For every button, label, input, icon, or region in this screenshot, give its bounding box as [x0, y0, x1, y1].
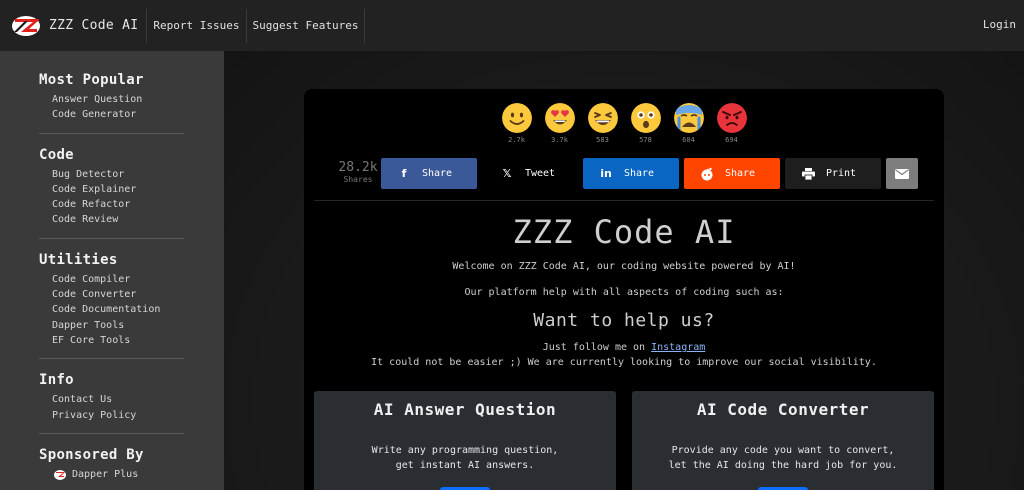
reaction-laugh[interactable]: 583 — [587, 103, 619, 144]
top-navbar: ZZZ Code AI Report Issues Suggest Featur… — [0, 0, 1024, 51]
button-label: Tweet — [524, 168, 556, 179]
facebook-share-button[interactable]: f Share — [381, 158, 477, 189]
tool-card-code-converter[interactable]: AI Code Converter Provide any code you w… — [632, 391, 934, 490]
tool-description: Write any programming question, — [371, 445, 559, 456]
sponsor-dapper-plus[interactable]: Dapper Plus — [39, 467, 224, 483]
platform-text: Our platform help with all aspects of co… — [464, 287, 784, 298]
nav-report-issues[interactable]: Report Issues — [147, 19, 245, 32]
linkedin-icon: in — [600, 167, 612, 180]
facebook-icon: f — [401, 167, 407, 180]
dapper-plus-logo-icon — [54, 469, 66, 480]
sidebar-section-title: Info — [39, 372, 74, 389]
sidebar-item-code-generator[interactable]: Code Generator — [39, 107, 224, 122]
sidebar-item-code-documentation[interactable]: Code Documentation — [39, 302, 224, 317]
sidebar-item-code-converter[interactable]: Code Converter — [39, 287, 224, 302]
sidebar-item-answer-question[interactable]: Answer Question — [39, 92, 224, 107]
nav-divider — [364, 8, 366, 43]
reaction-count: 694 — [725, 136, 738, 144]
instagram-link[interactable]: Instagram — [651, 342, 705, 353]
button-label: Share — [724, 168, 756, 179]
x-tweet-button[interactable]: 𝕏 Tweet — [484, 158, 580, 189]
linkedin-share-button[interactable]: in Share — [583, 158, 679, 189]
sidebar-item-ef-core-tools[interactable]: EF Core Tools — [39, 333, 224, 348]
reaction-love[interactable]: 3.7k — [544, 103, 576, 144]
follow-prefix: Just follow me on — [542, 342, 652, 353]
sidebar-divider — [39, 358, 184, 360]
help-heading: Want to help us? — [533, 310, 715, 331]
sidebar-item-bug-detector[interactable]: Bug Detector — [39, 167, 224, 182]
sidebar-item-privacy-policy[interactable]: Privacy Policy — [39, 408, 224, 423]
sidebar-section-title: Most Popular — [39, 72, 144, 88]
print-button[interactable]: Print — [785, 158, 881, 189]
brand-name: ZZZ Code AI — [49, 18, 139, 33]
reaction-count: 3.7k — [551, 136, 568, 144]
reaction-count: 583 — [596, 136, 609, 144]
tool-card-answer-question[interactable]: AI Answer Question Write any programming… — [314, 391, 616, 490]
tool-title: AI Answer Question — [373, 400, 557, 419]
shares-label: Shares — [343, 175, 373, 184]
reaction-smile[interactable]: 2.7k — [501, 103, 533, 144]
sidebar-section-utilities: Utilities Code Compiler Code Converter C… — [39, 251, 224, 360]
smile-emoji-icon — [501, 103, 532, 133]
tool-description: get instant AI answers. — [395, 460, 535, 471]
brand-link[interactable]: ZZZ Code AI — [0, 0, 138, 51]
sidebar-section-title: Utilities — [39, 251, 118, 268]
sidebar-item-code-explainer[interactable]: Code Explainer — [39, 182, 224, 197]
share-bar: 28.2k Shares f Share 𝕏 Tweet in Share Sh… — [304, 158, 944, 189]
page-title: ZZZ Code AI — [512, 213, 736, 251]
tool-description: let the AI doing the hard job for you. — [668, 460, 898, 471]
sidebar-item-contact-us[interactable]: Contact Us — [39, 392, 224, 407]
reaction-cry[interactable]: 604 — [673, 103, 705, 144]
reaction-angry[interactable]: 694 — [716, 103, 748, 144]
sidebar-section-most-popular: Most Popular Answer Question Code Genera… — [39, 72, 224, 134]
shares-count: 28.2k — [338, 160, 378, 175]
nav-suggest-features[interactable]: Suggest Features — [247, 19, 365, 32]
visibility-text: It could not be easier ;) We are current… — [371, 357, 877, 368]
reaction-count: 604 — [682, 136, 695, 144]
reaction-count: 2.7k — [508, 136, 525, 144]
card-divider — [314, 200, 934, 201]
heart-eyes-emoji-icon — [544, 103, 575, 133]
sidebar-divider — [39, 132, 184, 134]
laughing-emoji-icon — [587, 103, 618, 133]
sidebar-item-code-review[interactable]: Code Review — [39, 212, 224, 227]
email-share-button[interactable] — [886, 158, 918, 189]
follow-text: Just follow me on Instagram — [304, 342, 944, 353]
login-link[interactable]: Login — [983, 18, 1016, 31]
sidebar: Most Popular Answer Question Code Genera… — [0, 51, 224, 490]
content-card: 2.7k 3.7k 583 578 604 694 28.2k Shares f… — [304, 89, 944, 490]
sponsor-label: Dapper Plus — [72, 469, 139, 481]
reaction-bar: 2.7k 3.7k 583 578 604 694 — [304, 103, 944, 144]
tool-description: Provide any code you want to convert, — [671, 445, 895, 456]
crying-emoji-icon — [673, 103, 704, 133]
reddit-icon — [700, 167, 714, 181]
sidebar-section-info: Info Contact Us Privacy Policy — [39, 372, 224, 434]
button-label: Share — [623, 168, 655, 179]
button-label: Share — [421, 168, 453, 179]
sidebar-section-sponsored: Sponsored By Dapper Plus — [39, 447, 224, 483]
email-icon — [895, 168, 909, 179]
sidebar-divider — [39, 237, 184, 239]
reddit-share-button[interactable]: Share — [684, 158, 780, 189]
sidebar-divider — [39, 432, 184, 434]
x-twitter-icon: 𝕏 — [502, 167, 512, 180]
shares-counter: 28.2k Shares — [335, 160, 381, 184]
print-icon — [801, 167, 815, 181]
angry-emoji-icon — [716, 103, 747, 133]
sidebar-section-code: Code Bug Detector Code Explainer Code Re… — [39, 147, 224, 239]
sidebar-section-title: Code — [39, 146, 74, 163]
sidebar-item-code-compiler[interactable]: Code Compiler — [39, 272, 224, 287]
button-label: Print — [825, 168, 857, 179]
sidebar-section-title: Sponsored By — [39, 446, 144, 463]
zzz-logo-icon — [12, 15, 40, 36]
welcome-text: Welcome on ZZZ Code AI, our coding websi… — [452, 261, 796, 272]
reaction-count: 578 — [639, 136, 652, 144]
tool-title: AI Code Converter — [696, 400, 870, 419]
sidebar-item-dapper-tools[interactable]: Dapper Tools — [39, 318, 224, 333]
surprised-emoji-icon — [630, 103, 661, 133]
sidebar-item-code-refactor[interactable]: Code Refactor — [39, 197, 224, 212]
reaction-wow[interactable]: 578 — [630, 103, 662, 144]
